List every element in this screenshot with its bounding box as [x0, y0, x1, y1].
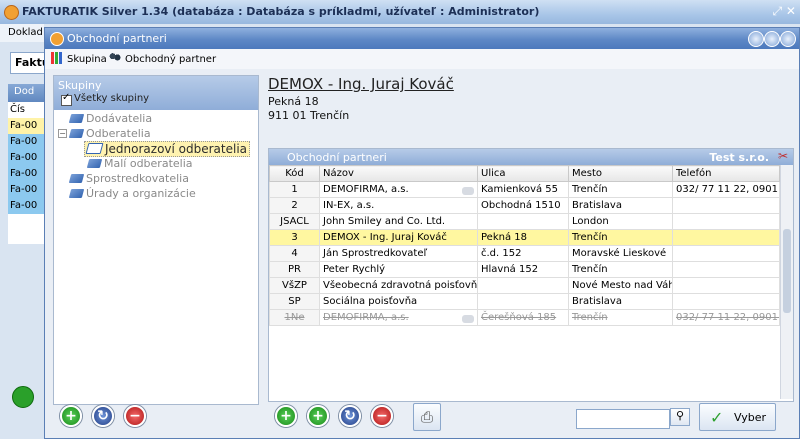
app-title: FAKTURATIK Silver 1.34 (databáza : Datab…: [22, 5, 540, 18]
partners-grid-header: Obchodní partneri Test s.r.o. ✂: [269, 149, 793, 165]
vertical-scrollbar[interactable]: [780, 165, 793, 399]
delete-group-button[interactable]: −: [124, 405, 146, 427]
documents-grid-header: Dod: [8, 84, 44, 102]
printer-icon: ⎙: [420, 408, 433, 426]
tree-item-mali[interactable]: Malí odberatelia: [86, 157, 193, 170]
partner-name: DEMOX - Ing. Juraj Kováč: [268, 75, 454, 93]
tree-collapse-icon[interactable]: −: [58, 129, 67, 138]
tree-item-urady[interactable]: Úrady a organizácie: [68, 187, 196, 200]
table-row[interactable]: Fa-00: [8, 150, 44, 166]
table-row-selected[interactable]: 3 DEMOX - Ing. Juraj Kováč Pekná 18 Trenčín: [269, 229, 780, 246]
select-button[interactable]: ✓ Vyber: [699, 403, 776, 431]
partners-table: Kód Názov Ulica Mesto Telefón 1 DEMOFIRMA…: [269, 165, 780, 326]
documents-grid-col: Čís: [10, 104, 25, 115]
maximize-icon[interactable]: [764, 31, 780, 47]
dialog-toolbar: Skupina Obchodný partner: [45, 49, 799, 69]
partner-menu[interactable]: Obchodný partner: [109, 52, 216, 65]
app-menu[interactable]: Doklad: [0, 24, 44, 42]
all-groups-label: Všetky skupiny: [74, 93, 150, 104]
minimize-icon[interactable]: [748, 31, 764, 47]
add-group-button[interactable]: +: [60, 405, 82, 427]
book-icon: [68, 174, 85, 183]
tools-icon[interactable]: ✂: [778, 149, 788, 163]
table-row-deleted[interactable]: 1Ne DEMOFIRMA, a.s. Čerešňová 185 Trenčín 03…: [269, 309, 780, 326]
open-book-icon: [85, 143, 104, 154]
book-icon: [86, 159, 103, 168]
table-row[interactable]: 2 IN-EX, a.s. Obchodná 1510 Bratislava: [269, 197, 780, 214]
partner-people-icon: [109, 52, 121, 64]
col-kod[interactable]: Kód: [269, 165, 320, 182]
search-button[interactable]: ⚲: [670, 408, 690, 426]
refresh-group-button[interactable]: ↻: [92, 405, 114, 427]
table-row[interactable]: Fa-00: [8, 134, 44, 150]
tree-item-dodavatelia[interactable]: Dodávatelia: [68, 112, 152, 125]
scrollbar-thumb[interactable]: [783, 229, 791, 313]
col-nazov[interactable]: Názov: [319, 165, 478, 182]
check-icon: ✓: [710, 408, 724, 427]
company-label: Test s.r.o.: [709, 151, 769, 164]
tree-item-jednorazovi[interactable]: Jednorazoví odberatelia: [84, 141, 251, 157]
search-icon: ⚲: [675, 409, 685, 422]
app-add-button[interactable]: [12, 386, 34, 408]
table-row[interactable]: Fa-00: [8, 182, 44, 198]
table-row[interactable]: SP Sociálna poisťovňa Bratislava: [269, 293, 780, 310]
all-groups-checkbox[interactable]: [61, 92, 72, 106]
book-icon: [68, 189, 85, 198]
search-input[interactable]: [576, 409, 670, 429]
tree-item-sprostredkovatelia[interactable]: Sprostredkovatelia: [68, 172, 189, 185]
groups-title: Skupiny: [58, 79, 102, 92]
table-row[interactable]: VšZP Všeobecná zdravotná poisťovňa Nové Me…: [269, 277, 780, 294]
partners-grid: Obchodní partneri Test s.r.o. ✂ Kód Názo…: [268, 148, 794, 402]
groups-panel: Skupiny Všetky skupiny Dodávatelia − Odb…: [53, 75, 259, 405]
group-menu[interactable]: Skupina: [51, 52, 107, 65]
delete-partner-button[interactable]: −: [371, 405, 393, 427]
note-icon: [462, 315, 474, 323]
table-row[interactable]: Fa-00: [8, 166, 44, 182]
partners-dialog: Obchodní partneri Skupina Obchodný partn…: [44, 27, 800, 439]
dialog-logo-icon: [50, 32, 64, 46]
table-row[interactable]: PR Peter Rychlý Hlavná 152 Trenčín: [269, 261, 780, 278]
dialog-titlebar: Obchodní partneri: [45, 28, 799, 49]
table-row[interactable]: 4 Ján Sprostredkovateľ č.d. 152 Moravské Li…: [269, 245, 780, 262]
note-icon: [462, 187, 474, 195]
close-icon[interactable]: [780, 31, 796, 47]
window-controls[interactable]: ⤢ ✕: [773, 4, 796, 19]
groups-header: Skupiny Všetky skupiny: [54, 76, 258, 110]
print-button[interactable]: ⎙: [413, 403, 441, 431]
tree-item-odberatelia[interactable]: Odberatelia: [68, 127, 151, 140]
partner-street: Pekná 18: [268, 95, 319, 108]
book-icon: [68, 114, 85, 123]
col-mesto[interactable]: Mesto: [568, 165, 673, 182]
add-partner-button[interactable]: +: [275, 405, 297, 427]
partners-grid-title: Obchodní partneri: [287, 151, 387, 164]
partner-city: 911 01 Trenčín: [268, 109, 350, 122]
select-button-label: Vyber: [734, 411, 767, 424]
table-row[interactable]: Fa-00: [8, 198, 44, 214]
col-ulica[interactable]: Ulica: [477, 165, 569, 182]
copy-partner-button[interactable]: +: [307, 405, 329, 427]
table-row[interactable]: JSACL John Smiley and Co. Ltd. London: [269, 213, 780, 230]
refresh-partner-button[interactable]: ↻: [339, 405, 361, 427]
menu-item-doklad[interactable]: Doklad: [8, 27, 43, 38]
app-logo-icon: [4, 5, 19, 20]
app-titlebar: FAKTURATIK Silver 1.34 (databáza : Datab…: [0, 0, 800, 25]
table-row[interactable]: Fa-00: [8, 118, 44, 134]
documents-grid: Dod Čís Fa-00 Fa-00 Fa-00 Fa-00 Fa-00 Fa…: [8, 84, 44, 244]
dialog-title: Obchodní partneri: [67, 32, 167, 45]
col-telefon[interactable]: Telefón: [672, 165, 780, 182]
group-chart-icon: [51, 52, 63, 64]
book-icon: [68, 129, 85, 138]
table-row[interactable]: 1 DEMOFIRMA, a.s. Kamienková 55 Trenčín 032/…: [269, 181, 780, 198]
